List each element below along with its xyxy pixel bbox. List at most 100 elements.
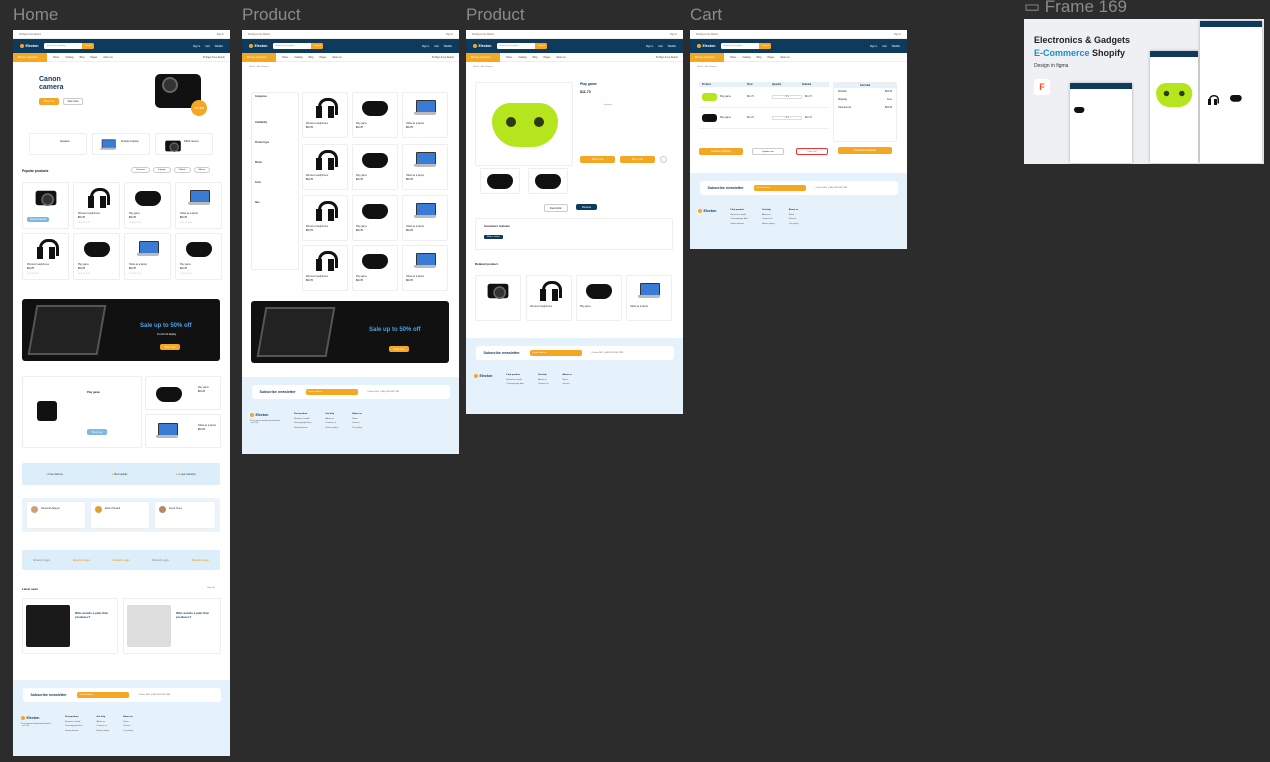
nav-about[interactable]: About us bbox=[103, 56, 112, 59]
feature-speakers[interactable]: Speakers bbox=[29, 133, 87, 155]
filter-mouse[interactable]: Mouse bbox=[193, 167, 211, 173]
quantity-stepper[interactable]: - 1 + bbox=[772, 95, 802, 99]
sign-in-link[interactable]: Sign in bbox=[193, 45, 200, 48]
frame-label-product[interactable]: Product bbox=[242, 5, 301, 25]
nav-catalog[interactable]: Catalog bbox=[65, 56, 73, 59]
product-card[interactable] bbox=[475, 275, 521, 321]
product-card[interactable]: Canon Camera bbox=[22, 182, 69, 229]
cover-frame[interactable]: Electronics & Gadgets E-Commerce Shopify… bbox=[1024, 19, 1264, 164]
product-card[interactable]: Tablet as a laptop $11.70 bbox=[402, 195, 448, 241]
thumbnail[interactable] bbox=[480, 168, 520, 194]
product-card[interactable]: Wireless headphones $11.70 bbox=[302, 195, 348, 241]
clear-cart-button[interactable]: Clear cart bbox=[796, 148, 828, 155]
add-to-cart-button[interactable]: Canon Camera bbox=[27, 217, 49, 222]
write-review-button[interactable]: Write a review bbox=[484, 235, 503, 239]
cart-link[interactable]: Cart bbox=[205, 45, 210, 48]
product-card[interactable]: Tablet as a laptop $11.70 bbox=[402, 144, 448, 190]
tab-description[interactable]: Description bbox=[544, 204, 568, 212]
frame-label-home[interactable]: Home bbox=[13, 5, 58, 25]
filter-tablets[interactable]: Tablets bbox=[173, 167, 191, 173]
thumbnail[interactable] bbox=[528, 168, 568, 194]
nav-home[interactable]: Home bbox=[53, 56, 59, 59]
product-card[interactable]: Wireless headphones $11.70 ★★★★★ bbox=[22, 233, 69, 280]
update-cart-button[interactable]: Update cart bbox=[752, 148, 784, 155]
wishlist-link[interactable]: Wishlist bbox=[444, 45, 452, 48]
search-bar[interactable]: Search for anything Search bbox=[497, 43, 548, 49]
product-card[interactable]: Play game $11.70 bbox=[352, 195, 398, 241]
sign-in-link[interactable]: Sign in bbox=[422, 45, 429, 48]
view-all-link[interactable]: View all bbox=[207, 587, 215, 589]
browse-categories-button[interactable]: Browse categories bbox=[690, 52, 724, 62]
product-card[interactable]: Play game $11.70 bbox=[352, 245, 398, 291]
search-bar[interactable]: Search for anything Search bbox=[721, 43, 772, 49]
main-product-image[interactable] bbox=[475, 82, 573, 166]
nav-pages[interactable]: Pages bbox=[90, 56, 97, 59]
deal-card[interactable]: Play game Shop now bbox=[22, 376, 142, 448]
product-card[interactable]: Tablet as a laptop $11.70 ★★★★★ bbox=[175, 182, 222, 229]
filter-laptops[interactable]: Laptops bbox=[152, 167, 171, 173]
search-button[interactable]: Search bbox=[82, 43, 95, 49]
product-card[interactable]: Play game $11.70 ★★★★★ bbox=[73, 233, 120, 280]
product-card[interactable]: Play game $11.70 ★★★★★ bbox=[175, 233, 222, 280]
logo[interactable]: Electon bbox=[249, 44, 267, 48]
tab-reviews[interactable]: Reviews bbox=[576, 204, 598, 210]
product-list-frame[interactable]: 30 Days Free Return Sign in Electon Searc… bbox=[242, 30, 459, 454]
wishlist-link[interactable]: Wishlist bbox=[215, 45, 223, 48]
browse-categories-button[interactable]: Browse categories bbox=[242, 52, 276, 62]
product-card[interactable]: Tablet as a laptop bbox=[626, 275, 672, 321]
deal-button[interactable]: Shop now bbox=[87, 429, 107, 435]
product-card[interactable]: Play game $11.70 bbox=[145, 376, 221, 410]
home-frame[interactable]: 30 Days Free Return Sign in Electon Searc… bbox=[13, 30, 230, 756]
breadcrumb[interactable]: Home > All category bbox=[466, 62, 683, 72]
frame-label-cart[interactable]: Cart bbox=[690, 5, 722, 25]
newsletter-input[interactable]: Email address bbox=[76, 692, 129, 698]
product-card[interactable]: Play game $11.70 ★★★★★ bbox=[124, 182, 171, 229]
browse-categories-button[interactable]: Browse categories bbox=[466, 52, 500, 62]
product-card[interactable]: Wireless headphones bbox=[526, 275, 572, 321]
search-bar[interactable]: Search for anything Search bbox=[44, 43, 95, 49]
product-card[interactable]: Wireless headphones $11.70 bbox=[302, 92, 348, 138]
news-card[interactable]: Who avoids a pain that produces? bbox=[123, 598, 221, 654]
product-detail-frame[interactable]: 30 Days Free Return Sign in Electon Searc… bbox=[466, 30, 683, 414]
newsletter-input[interactable]: Email address bbox=[305, 389, 358, 395]
product-card[interactable]: Play game $11.70 bbox=[352, 144, 398, 190]
logo[interactable]: Electon bbox=[20, 44, 38, 48]
breadcrumb[interactable]: Home > All category bbox=[690, 62, 907, 72]
product-card[interactable]: Wireless headphones $11.70 bbox=[302, 144, 348, 190]
continue-shopping-button[interactable]: Continue shopping bbox=[699, 148, 743, 155]
frame-label-frame169[interactable]: ▭ Frame 169 bbox=[1024, 0, 1127, 17]
product-card[interactable]: Tablet as a laptop $11.70 bbox=[402, 245, 448, 291]
product-card[interactable]: Tablet as a laptop $11.70 bbox=[402, 92, 448, 138]
search-bar[interactable]: Search for anything Search bbox=[273, 43, 324, 49]
product-card[interactable]: Wireless headphones $11.70 ★★★★★ bbox=[73, 182, 120, 229]
buy-now-button[interactable]: Buy it now bbox=[620, 156, 655, 163]
product-card[interactable]: Tablet as a laptop $11.70 ★★★★★ bbox=[124, 233, 171, 280]
add-to-cart-button[interactable]: Add to cart bbox=[580, 156, 615, 163]
product-card[interactable]: Play game $11.70 bbox=[352, 92, 398, 138]
product-card[interactable]: Wireless headphones $11.70 bbox=[302, 245, 348, 291]
sale-shop-button[interactable]: Shop now bbox=[389, 346, 409, 352]
news-card[interactable]: Who avoids a pain that produces? bbox=[22, 598, 118, 654]
feature-dslr[interactable]: DSLR camera bbox=[155, 133, 213, 155]
feature-desktop[interactable]: Desktop & laptop bbox=[92, 133, 150, 155]
breadcrumb[interactable]: Home > All category bbox=[242, 62, 459, 72]
search-button[interactable]: Search bbox=[311, 43, 324, 49]
sale-banner[interactable]: Sale up to 50% off 12 inch hd display Sh… bbox=[22, 299, 220, 361]
browse-categories-button[interactable]: Browse categories bbox=[13, 52, 47, 62]
cart-frame[interactable]: 30 Days Free Return Sign in Electon Searc… bbox=[690, 30, 907, 249]
filter-cameras[interactable]: Cameras bbox=[131, 167, 150, 173]
nav-blog[interactable]: Blog bbox=[80, 56, 85, 59]
search-input[interactable]: Search for anything bbox=[44, 43, 83, 49]
view-more-button[interactable]: View more bbox=[63, 98, 83, 105]
product-card[interactable]: Play game bbox=[576, 275, 622, 321]
cart-link[interactable]: Cart bbox=[434, 45, 439, 48]
sale-shop-button[interactable]: Shop now bbox=[160, 344, 180, 350]
frame-label-product-detail[interactable]: Product bbox=[466, 5, 525, 25]
product-card[interactable]: Tablet as a laptop $11.70 bbox=[145, 414, 221, 448]
checkout-button[interactable]: Proceed to checkout bbox=[838, 147, 892, 154]
quantity-stepper[interactable]: - 1 + bbox=[772, 116, 802, 120]
heart-icon[interactable]: ♡ bbox=[660, 156, 667, 163]
sale-banner[interactable]: Sale up to 50% off Shop now bbox=[251, 301, 449, 363]
shop-now-button[interactable]: Shop now bbox=[39, 98, 59, 105]
search-input[interactable]: Search for anything bbox=[273, 43, 312, 49]
